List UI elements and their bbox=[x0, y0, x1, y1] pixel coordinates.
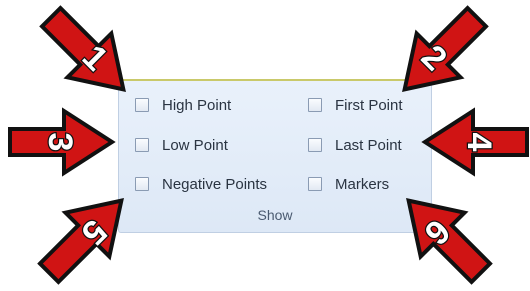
callout-number-3: 3 bbox=[41, 133, 79, 152]
callout-number-4: 4 bbox=[460, 133, 498, 152]
callout-arrows: 1 2 3 4 5 6 bbox=[8, 0, 529, 291]
